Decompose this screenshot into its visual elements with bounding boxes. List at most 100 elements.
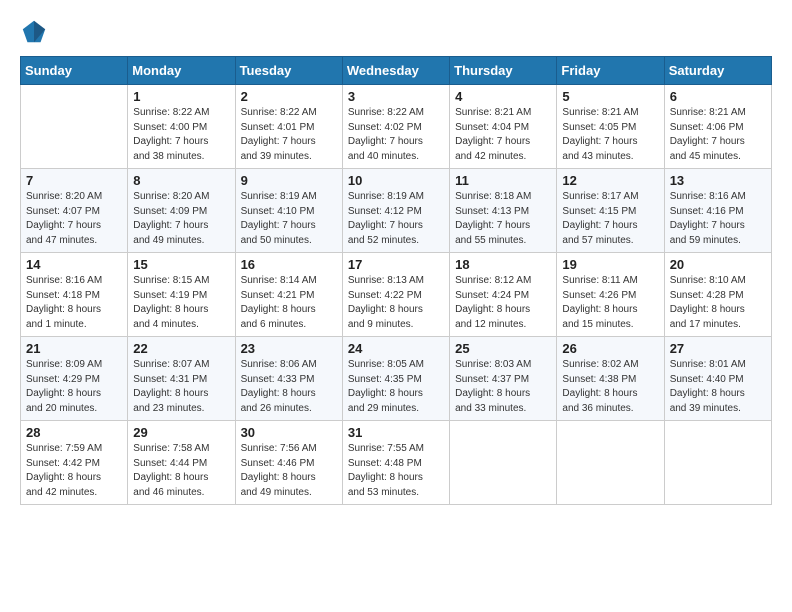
calendar-header: SundayMondayTuesdayWednesdayThursdayFrid… — [21, 57, 772, 85]
day-info: Sunrise: 8:01 AM Sunset: 4:40 PM Dayligh… — [670, 358, 766, 416]
calendar-cell: 20 Sunrise: 8:10 AM Sunset: 4:28 PM Dayli… — [664, 253, 771, 337]
day-info: Sunrise: 8:10 AM Sunset: 4:28 PM Dayligh… — [670, 274, 766, 332]
day-number: 17 — [348, 257, 444, 272]
calendar-cell: 9 Sunrise: 8:19 AM Sunset: 4:10 PM Daylig… — [235, 169, 342, 253]
calendar-cell: 8 Sunrise: 8:20 AM Sunset: 4:09 PM Daylig… — [128, 169, 235, 253]
day-info: Sunrise: 8:21 AM Sunset: 4:06 PM Dayligh… — [670, 106, 766, 164]
day-info: Sunrise: 8:12 AM Sunset: 4:24 PM Dayligh… — [455, 274, 551, 332]
day-info: Sunrise: 8:20 AM Sunset: 4:09 PM Dayligh… — [133, 190, 229, 248]
calendar-cell: 28 Sunrise: 7:59 AM Sunset: 4:42 PM Dayli… — [21, 421, 128, 505]
calendar-cell: 14 Sunrise: 8:16 AM Sunset: 4:18 PM Dayli… — [21, 253, 128, 337]
header-day: Sunday — [21, 57, 128, 85]
day-info: Sunrise: 8:14 AM Sunset: 4:21 PM Dayligh… — [241, 274, 337, 332]
calendar-cell: 29 Sunrise: 7:58 AM Sunset: 4:44 PM Dayli… — [128, 421, 235, 505]
day-info: Sunrise: 8:11 AM Sunset: 4:26 PM Dayligh… — [562, 274, 658, 332]
header-day: Wednesday — [342, 57, 449, 85]
day-number: 16 — [241, 257, 337, 272]
calendar-cell: 26 Sunrise: 8:02 AM Sunset: 4:38 PM Dayli… — [557, 337, 664, 421]
day-number: 19 — [562, 257, 658, 272]
day-info: Sunrise: 8:20 AM Sunset: 4:07 PM Dayligh… — [26, 190, 122, 248]
day-info: Sunrise: 8:21 AM Sunset: 4:05 PM Dayligh… — [562, 106, 658, 164]
calendar-cell — [557, 421, 664, 505]
calendar-cell: 1 Sunrise: 8:22 AM Sunset: 4:00 PM Daylig… — [128, 85, 235, 169]
calendar-cell: 15 Sunrise: 8:15 AM Sunset: 4:19 PM Dayli… — [128, 253, 235, 337]
day-info: Sunrise: 7:55 AM Sunset: 4:48 PM Dayligh… — [348, 442, 444, 500]
header-day: Monday — [128, 57, 235, 85]
calendar-cell: 6 Sunrise: 8:21 AM Sunset: 4:06 PM Daylig… — [664, 85, 771, 169]
calendar-cell: 18 Sunrise: 8:12 AM Sunset: 4:24 PM Dayli… — [450, 253, 557, 337]
calendar-cell: 11 Sunrise: 8:18 AM Sunset: 4:13 PM Dayli… — [450, 169, 557, 253]
page: SundayMondayTuesdayWednesdayThursdayFrid… — [0, 0, 792, 515]
day-number: 9 — [241, 173, 337, 188]
day-info: Sunrise: 8:18 AM Sunset: 4:13 PM Dayligh… — [455, 190, 551, 248]
day-info: Sunrise: 8:17 AM Sunset: 4:15 PM Dayligh… — [562, 190, 658, 248]
calendar-cell: 27 Sunrise: 8:01 AM Sunset: 4:40 PM Dayli… — [664, 337, 771, 421]
day-info: Sunrise: 8:15 AM Sunset: 4:19 PM Dayligh… — [133, 274, 229, 332]
day-number: 5 — [562, 89, 658, 104]
calendar-week-row: 21 Sunrise: 8:09 AM Sunset: 4:29 PM Dayli… — [21, 337, 772, 421]
header-day: Thursday — [450, 57, 557, 85]
day-number: 11 — [455, 173, 551, 188]
day-info: Sunrise: 8:06 AM Sunset: 4:33 PM Dayligh… — [241, 358, 337, 416]
day-number: 2 — [241, 89, 337, 104]
calendar-cell: 5 Sunrise: 8:21 AM Sunset: 4:05 PM Daylig… — [557, 85, 664, 169]
calendar-cell: 7 Sunrise: 8:20 AM Sunset: 4:07 PM Daylig… — [21, 169, 128, 253]
day-number: 25 — [455, 341, 551, 356]
day-number: 4 — [455, 89, 551, 104]
day-info: Sunrise: 8:13 AM Sunset: 4:22 PM Dayligh… — [348, 274, 444, 332]
day-info: Sunrise: 8:22 AM Sunset: 4:00 PM Dayligh… — [133, 106, 229, 164]
day-number: 26 — [562, 341, 658, 356]
calendar-cell: 3 Sunrise: 8:22 AM Sunset: 4:02 PM Daylig… — [342, 85, 449, 169]
day-number: 8 — [133, 173, 229, 188]
header-row: SundayMondayTuesdayWednesdayThursdayFrid… — [21, 57, 772, 85]
calendar-cell: 21 Sunrise: 8:09 AM Sunset: 4:29 PM Dayli… — [21, 337, 128, 421]
day-number: 27 — [670, 341, 766, 356]
calendar-cell: 25Sunrise: 8:03 AM Sunset: 4:37 PM Dayli… — [450, 337, 557, 421]
calendar-week-row: 7 Sunrise: 8:20 AM Sunset: 4:07 PM Daylig… — [21, 169, 772, 253]
day-info: Sunrise: 8:05 AM Sunset: 4:35 PM Dayligh… — [348, 358, 444, 416]
day-info: Sunrise: 8:16 AM Sunset: 4:18 PM Dayligh… — [26, 274, 122, 332]
day-number: 15 — [133, 257, 229, 272]
day-number: 24 — [348, 341, 444, 356]
day-info: Sunrise: 8:22 AM Sunset: 4:01 PM Dayligh… — [241, 106, 337, 164]
calendar-cell: 10Sunrise: 8:19 AM Sunset: 4:12 PM Dayli… — [342, 169, 449, 253]
day-number: 18 — [455, 257, 551, 272]
day-info: Sunrise: 8:07 AM Sunset: 4:31 PM Dayligh… — [133, 358, 229, 416]
day-number: 21 — [26, 341, 122, 356]
day-info: Sunrise: 7:56 AM Sunset: 4:46 PM Dayligh… — [241, 442, 337, 500]
calendar-week-row: 14 Sunrise: 8:16 AM Sunset: 4:18 PM Dayli… — [21, 253, 772, 337]
day-number: 31 — [348, 425, 444, 440]
day-info: Sunrise: 7:59 AM Sunset: 4:42 PM Dayligh… — [26, 442, 122, 500]
day-number: 23 — [241, 341, 337, 356]
calendar-body: 1 Sunrise: 8:22 AM Sunset: 4:00 PM Daylig… — [21, 85, 772, 505]
day-number: 10 — [348, 173, 444, 188]
calendar-cell: 2 Sunrise: 8:22 AM Sunset: 4:01 PM Daylig… — [235, 85, 342, 169]
day-info: Sunrise: 8:21 AM Sunset: 4:04 PM Dayligh… — [455, 106, 551, 164]
day-number: 28 — [26, 425, 122, 440]
day-info: Sunrise: 8:09 AM Sunset: 4:29 PM Dayligh… — [26, 358, 122, 416]
day-number: 3 — [348, 89, 444, 104]
day-number: 29 — [133, 425, 229, 440]
calendar-cell: 19 Sunrise: 8:11 AM Sunset: 4:26 PM Dayli… — [557, 253, 664, 337]
calendar-cell: 13 Sunrise: 8:16 AM Sunset: 4:16 PM Dayli… — [664, 169, 771, 253]
day-number: 1 — [133, 89, 229, 104]
day-number: 13 — [670, 173, 766, 188]
calendar-week-row: 28 Sunrise: 7:59 AM Sunset: 4:42 PM Dayli… — [21, 421, 772, 505]
day-info: Sunrise: 8:16 AM Sunset: 4:16 PM Dayligh… — [670, 190, 766, 248]
day-info: Sunrise: 8:02 AM Sunset: 4:38 PM Dayligh… — [562, 358, 658, 416]
day-number: 6 — [670, 89, 766, 104]
day-number: 7 — [26, 173, 122, 188]
calendar-cell: 22Sunrise: 8:07 AM Sunset: 4:31 PM Dayli… — [128, 337, 235, 421]
day-info: Sunrise: 7:58 AM Sunset: 4:44 PM Dayligh… — [133, 442, 229, 500]
day-number: 20 — [670, 257, 766, 272]
calendar-cell: 17 Sunrise: 8:13 AM Sunset: 4:22 PM Dayli… — [342, 253, 449, 337]
day-number: 12 — [562, 173, 658, 188]
day-info: Sunrise: 8:22 AM Sunset: 4:02 PM Dayligh… — [348, 106, 444, 164]
calendar-cell — [21, 85, 128, 169]
calendar-cell: 4 Sunrise: 8:21 AM Sunset: 4:04 PM Daylig… — [450, 85, 557, 169]
calendar-cell: 23 Sunrise: 8:06 AM Sunset: 4:33 PM Dayli… — [235, 337, 342, 421]
calendar-table: SundayMondayTuesdayWednesdayThursdayFrid… — [20, 56, 772, 505]
calendar-cell — [450, 421, 557, 505]
day-number: 14 — [26, 257, 122, 272]
day-info: Sunrise: 8:19 AM Sunset: 4:10 PM Dayligh… — [241, 190, 337, 248]
